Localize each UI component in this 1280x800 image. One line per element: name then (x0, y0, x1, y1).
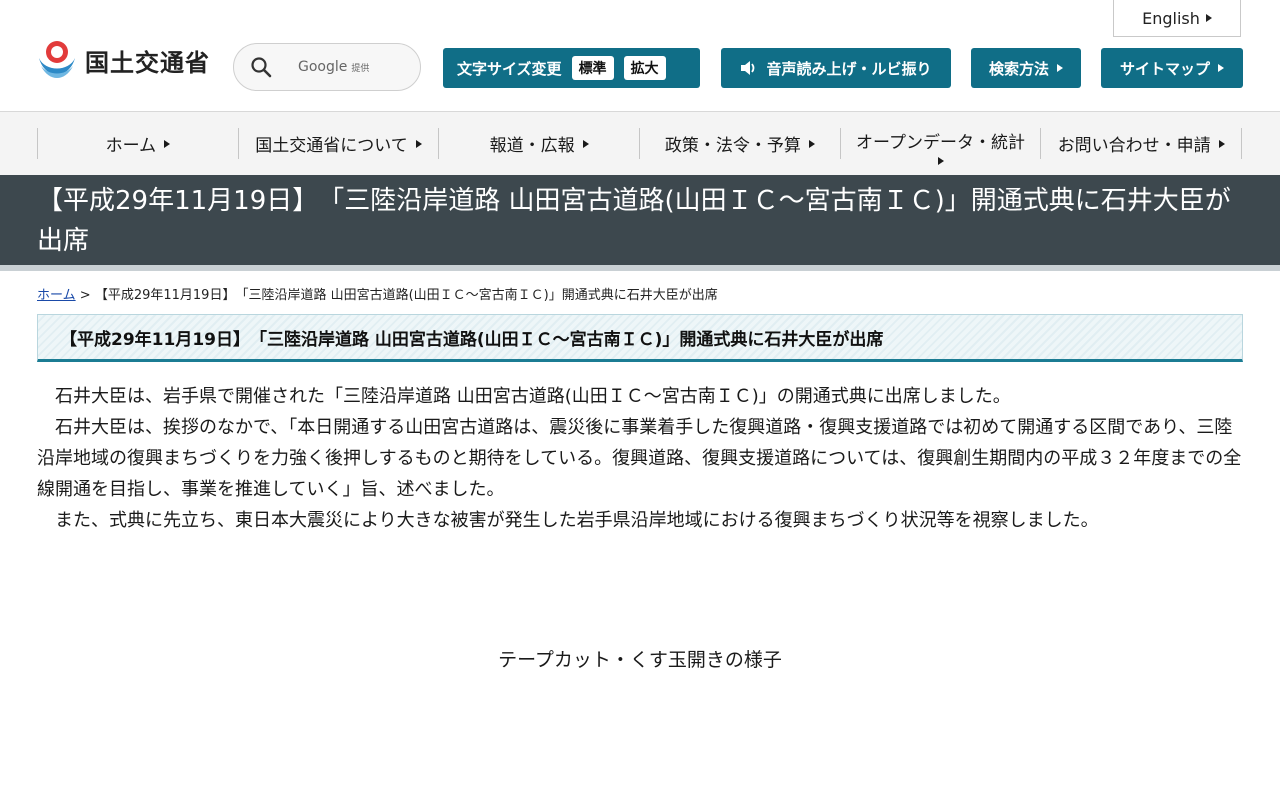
nav-item-label: お問い合わせ・申請 (1057, 136, 1211, 156)
font-size-large-button[interactable]: 拡大 (623, 56, 666, 80)
voice-reading-button[interactable]: 音声読み上げ・ルビ振り (721, 48, 951, 88)
nav-item-policy[interactable]: 政策・法令・予算 (639, 128, 840, 159)
paragraph: 石井大臣は、挨拶のなかで、「本日開通する山田宮古道路は、震災後に事業着手した復興… (37, 417, 1242, 500)
mlit-emblem-icon (39, 41, 75, 78)
english-button[interactable]: English (1113, 0, 1241, 37)
page-title-band: 【平成29年11月19日】 「三陸沿岸道路 山田宮古道路(山田ＩＣ～宮古南ＩＣ)… (0, 175, 1280, 271)
global-nav: ホーム 国土交通省について 報道・広報 政策・法令・予算 オープンデータ・統計 … (0, 112, 1280, 175)
nav-item-label: ホーム (105, 136, 157, 156)
triangle-right-icon (808, 139, 815, 148)
breadcrumb-current: 【平成29年11月19日】 「三陸沿岸道路 山田宮古道路(山田ＩＣ～宮古南ＩＣ)… (94, 288, 718, 303)
article-body: 石井大臣は、岩手県で開催された「三陸沿岸道路 山田宮古道路(山田ＩＣ～宮古南ＩＣ… (37, 381, 1243, 536)
search-method-label: 検索方法 (988, 59, 1049, 78)
breadcrumb: ホーム > 【平成29年11月19日】 「三陸沿岸道路 山田宮古道路(山田ＩＣ～… (37, 284, 718, 303)
nav-item-home[interactable]: ホーム (37, 128, 238, 159)
logo-text: 国土交通省 (85, 48, 210, 77)
speaker-icon (741, 61, 755, 75)
search-icon (251, 57, 272, 78)
font-size-standard-button[interactable]: 標準 (571, 56, 614, 80)
english-label: English (1142, 8, 1200, 28)
nav-item-label: 国土交通省について (255, 136, 408, 156)
breadcrumb-home-link[interactable]: ホーム (37, 288, 76, 303)
search-brand-label: Google 提供 (298, 59, 370, 75)
nav-item-open-data[interactable]: オープンデータ・統計 (839, 128, 1041, 165)
triangle-right-icon (1205, 14, 1212, 22)
breadcrumb-separator: > (79, 288, 91, 303)
font-size-control: 文字サイズ変更 標準 拡大 (443, 48, 700, 88)
triangle-right-icon (937, 157, 944, 165)
section-heading: 【平成29年11月19日】 「三陸沿岸道路 山田宮古道路(山田ＩＣ～宮古南ＩＣ)… (37, 314, 1243, 362)
nav-item-contact[interactable]: お問い合わせ・申請 (1040, 128, 1243, 159)
voice-reading-label: 音声読み上げ・ルビ振り (766, 59, 932, 78)
photo-caption: テープカット・くす玉開きの様子 (498, 649, 782, 671)
sitemap-button[interactable]: サイトマップ (1101, 48, 1243, 88)
triangle-right-icon (582, 139, 589, 148)
font-size-label: 文字サイズ変更 (457, 59, 562, 78)
site-header: English 国土交通省 Google 提供 文字サイズ変更 標準 拡大 音声読… (0, 0, 1280, 112)
paragraph: また、式典に先立ち、東日本大震災により大きな被害が発生した岩手県沿岸地域における… (55, 510, 1099, 531)
triangle-right-icon (164, 139, 171, 148)
nav-item-label: 政策・法令・予算 (664, 136, 801, 156)
paragraph: 石井大臣は、岩手県で開催された「三陸沿岸道路 山田宮古道路(山田ＩＣ～宮古南ＩＣ… (55, 386, 1011, 407)
ministry-logo[interactable]: 国土交通省 (37, 38, 210, 82)
nav-item-label: オープンデータ・統計 (856, 133, 1026, 153)
nav-item-label: 報道・広報 (489, 136, 575, 156)
triangle-right-icon (1057, 64, 1063, 72)
triangle-right-icon (1218, 64, 1224, 72)
page-title: 【平成29年11月19日】 「三陸沿岸道路 山田宮古道路(山田ＩＣ～宮古南ＩＣ)… (37, 186, 1231, 256)
sitemap-label: サイトマップ (1119, 59, 1210, 78)
search-method-button[interactable]: 検索方法 (971, 48, 1081, 88)
triangle-right-icon (1218, 139, 1225, 148)
nav-item-press[interactable]: 報道・広報 (438, 128, 639, 159)
nav-item-about[interactable]: 国土交通省について (237, 128, 439, 159)
triangle-right-icon (415, 139, 422, 148)
site-search-input[interactable]: Google 提供 (233, 43, 421, 91)
